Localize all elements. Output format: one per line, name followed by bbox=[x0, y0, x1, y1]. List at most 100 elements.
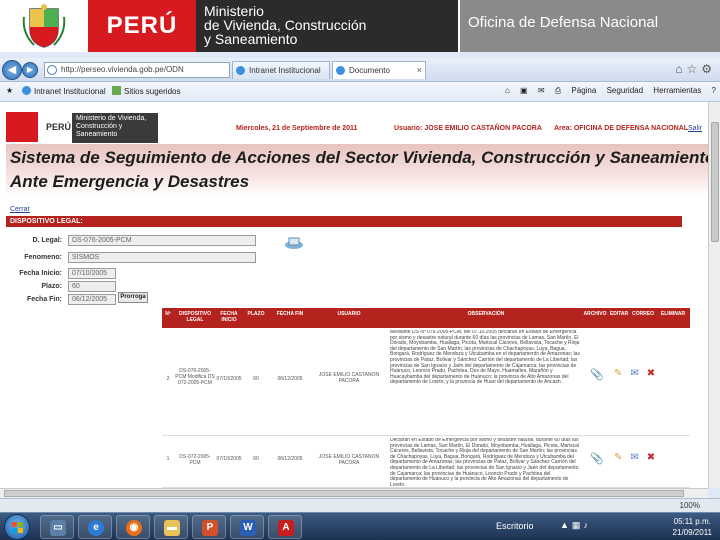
row-term: 60 bbox=[253, 376, 259, 382]
fav-intranet-icon bbox=[22, 86, 31, 95]
paperclip-icon[interactable]: 📎 bbox=[590, 368, 604, 381]
fav-intranet[interactable]: Intranet Institucional bbox=[22, 86, 106, 96]
legal-document-icon bbox=[284, 236, 304, 255]
close-tab-icon[interactable]: × bbox=[417, 62, 422, 79]
windows-logo-icon bbox=[12, 522, 24, 534]
ministry-title: Ministerio de Vivienda, Construcción y S… bbox=[196, 0, 458, 52]
taskbar-ie[interactable]: e bbox=[78, 515, 112, 539]
table-row: 2 DS-076-2005-PCM Modifica DS 072-2005-P… bbox=[162, 328, 690, 436]
status-bar: 100% bbox=[0, 498, 720, 512]
end-date-input[interactable]: 06/12/2005 bbox=[68, 294, 116, 305]
firefox-icon: ◉ bbox=[126, 520, 142, 536]
site-date: Miercoles, 21 de Septiembre de 2011 bbox=[236, 125, 358, 132]
start-date-label: Fecha Inicio: bbox=[19, 270, 62, 277]
clock-date: 21/09/2011 bbox=[672, 528, 712, 537]
home-command-icon[interactable]: ⌂ bbox=[505, 86, 510, 95]
edit-icon[interactable]: ✎ bbox=[614, 452, 622, 463]
web-content: PERÚ Ministerio de Vivienda, Construcció… bbox=[0, 102, 708, 488]
internet-explorer-icon: e bbox=[88, 520, 104, 536]
forward-button[interactable]: ▶ bbox=[22, 62, 38, 78]
print-icon[interactable]: ⎙ bbox=[555, 86, 561, 95]
fenomeno-input[interactable]: SISMOS bbox=[68, 252, 256, 263]
safety-menu[interactable]: Seguridad bbox=[607, 86, 643, 95]
paperclip-icon[interactable]: 📎 bbox=[590, 452, 604, 465]
site-peru-label: PERÚ bbox=[46, 122, 72, 132]
star-icon[interactable]: ☆ bbox=[686, 62, 701, 76]
section-title-bar: DISPOSITIVO LEGAL: bbox=[6, 216, 682, 227]
tab-favicon-icon bbox=[336, 66, 345, 75]
gear-icon[interactable]: ⚙ bbox=[701, 62, 716, 76]
page-menu[interactable]: Página bbox=[571, 86, 596, 95]
mail-icon[interactable]: ✉ bbox=[538, 86, 545, 95]
taskbar-folder[interactable]: ▬ bbox=[154, 515, 188, 539]
system-banner: Sistema de Seguimiento de Acciones del S… bbox=[6, 144, 708, 196]
col-num: Nº bbox=[165, 311, 171, 317]
taskbar-word[interactable]: W bbox=[230, 515, 264, 539]
delete-icon[interactable]: ✖ bbox=[647, 452, 655, 463]
start-button[interactable] bbox=[4, 514, 30, 540]
legal-input[interactable]: DS-076-2005-PCM bbox=[68, 235, 256, 246]
prorroga-button[interactable]: Prorroga bbox=[118, 292, 148, 303]
url-field[interactable]: http://perseo.vivienda.gob.pe/ODN bbox=[44, 62, 230, 78]
tray-arrow-icon[interactable]: ▲ bbox=[560, 520, 572, 530]
ie-page-icon bbox=[47, 65, 57, 75]
volume-icon[interactable]: ♪ bbox=[583, 520, 591, 530]
help-icon[interactable]: ? bbox=[712, 86, 716, 95]
peru-label: PERÚ bbox=[88, 0, 196, 52]
mail-icon[interactable]: ✉ bbox=[630, 368, 638, 379]
vertical-scroll-thumb[interactable] bbox=[711, 122, 719, 242]
tab-favicon-icon bbox=[236, 66, 245, 75]
row-actions: ✎ ✉ ✖ bbox=[614, 452, 663, 463]
tab-intranet[interactable]: Intranet Institucional bbox=[232, 61, 330, 79]
favorites-star-icon[interactable]: ★ bbox=[6, 86, 13, 95]
taskbar-powerpoint[interactable]: P bbox=[192, 515, 226, 539]
url-text: http://perseo.vivienda.gob.pe/ODN bbox=[61, 65, 184, 74]
end-date-label: Fecha Fin: bbox=[26, 296, 62, 303]
home-icon[interactable]: ⌂ bbox=[675, 62, 686, 76]
legal-label: D. Legal: bbox=[32, 237, 62, 244]
row-start: 07/10/2005 bbox=[216, 456, 242, 462]
slide-header: PERÚ Ministerio de Vivienda, Construcció… bbox=[0, 0, 720, 52]
edit-icon[interactable]: ✎ bbox=[614, 368, 622, 379]
plazo-input[interactable]: 60 bbox=[68, 281, 116, 292]
tab-documento[interactable]: Documento × bbox=[332, 61, 426, 79]
zoom-level[interactable]: 100% bbox=[680, 501, 700, 510]
site-shield-logo bbox=[6, 112, 38, 142]
taskbar-firefox[interactable]: ◉ bbox=[116, 515, 150, 539]
col-start: FECHA INICIO bbox=[220, 311, 238, 323]
close-link[interactable]: Cerrar bbox=[10, 206, 30, 213]
logout-link[interactable]: Salir bbox=[688, 125, 702, 132]
row-start: 07/10/2005 bbox=[216, 376, 242, 382]
favorites-bar: ★ Intranet Institucional Sitios sugerido… bbox=[0, 82, 720, 102]
tools-menu[interactable]: Herramientas bbox=[653, 86, 701, 95]
delete-icon[interactable]: ✖ bbox=[647, 368, 655, 379]
row-user: JOSE EMILIO CASTAÑON PACORA bbox=[318, 454, 380, 466]
horizontal-scroll-thumb[interactable] bbox=[4, 490, 684, 497]
col-edit: EDITAR bbox=[609, 311, 629, 317]
system-tray: ▲▦♪ bbox=[560, 520, 591, 531]
taskbar-clock[interactable]: 05:11 p.m. 21/09/2011 bbox=[673, 516, 712, 538]
site-user: Usuario: JOSE EMILIO CASTAÑON PACORA bbox=[394, 125, 542, 132]
horizontal-scrollbar[interactable] bbox=[0, 488, 708, 498]
network-icon[interactable]: ▦ bbox=[572, 520, 584, 530]
feed-icon[interactable]: ▣ bbox=[520, 86, 528, 95]
office-title: Oficina de Defensa Nacional bbox=[460, 0, 720, 52]
vertical-scrollbar[interactable] bbox=[708, 102, 720, 488]
site-area: Area: OFICINA DE DEFENSA NACIONAL bbox=[554, 125, 689, 132]
taskbar: ▭ e ◉ ▬ P W A Escritorio ▲▦♪ 05:11 p.m. … bbox=[0, 512, 720, 540]
fav-sitios-label: Sitios sugeridos bbox=[124, 87, 181, 96]
col-delete: ELIMINAR bbox=[660, 311, 686, 317]
start-date-input[interactable]: 07/10/2005 bbox=[68, 268, 116, 279]
fav-sitios[interactable]: Sitios sugeridos bbox=[112, 86, 180, 96]
clock-time: 05:11 p.m. bbox=[673, 517, 711, 526]
taskbar-app-1[interactable]: ▭ bbox=[40, 515, 74, 539]
row-end: 06/12/2005 bbox=[277, 456, 303, 462]
back-button[interactable]: ◀ bbox=[2, 60, 22, 80]
acrobat-icon: A bbox=[278, 520, 294, 536]
row-legal: DS-076-2005-PCM Modifica DS 072-2005-PCM bbox=[175, 368, 215, 386]
address-bar-row: ◀ ▶ http://perseo.vivienda.gob.pe/ODN In… bbox=[0, 58, 720, 82]
col-user: USUARIO bbox=[337, 311, 361, 317]
mail-icon[interactable]: ✉ bbox=[630, 452, 638, 463]
taskbar-acrobat[interactable]: A bbox=[268, 515, 302, 539]
desktop-toolbar-label[interactable]: Escritorio bbox=[496, 521, 534, 531]
